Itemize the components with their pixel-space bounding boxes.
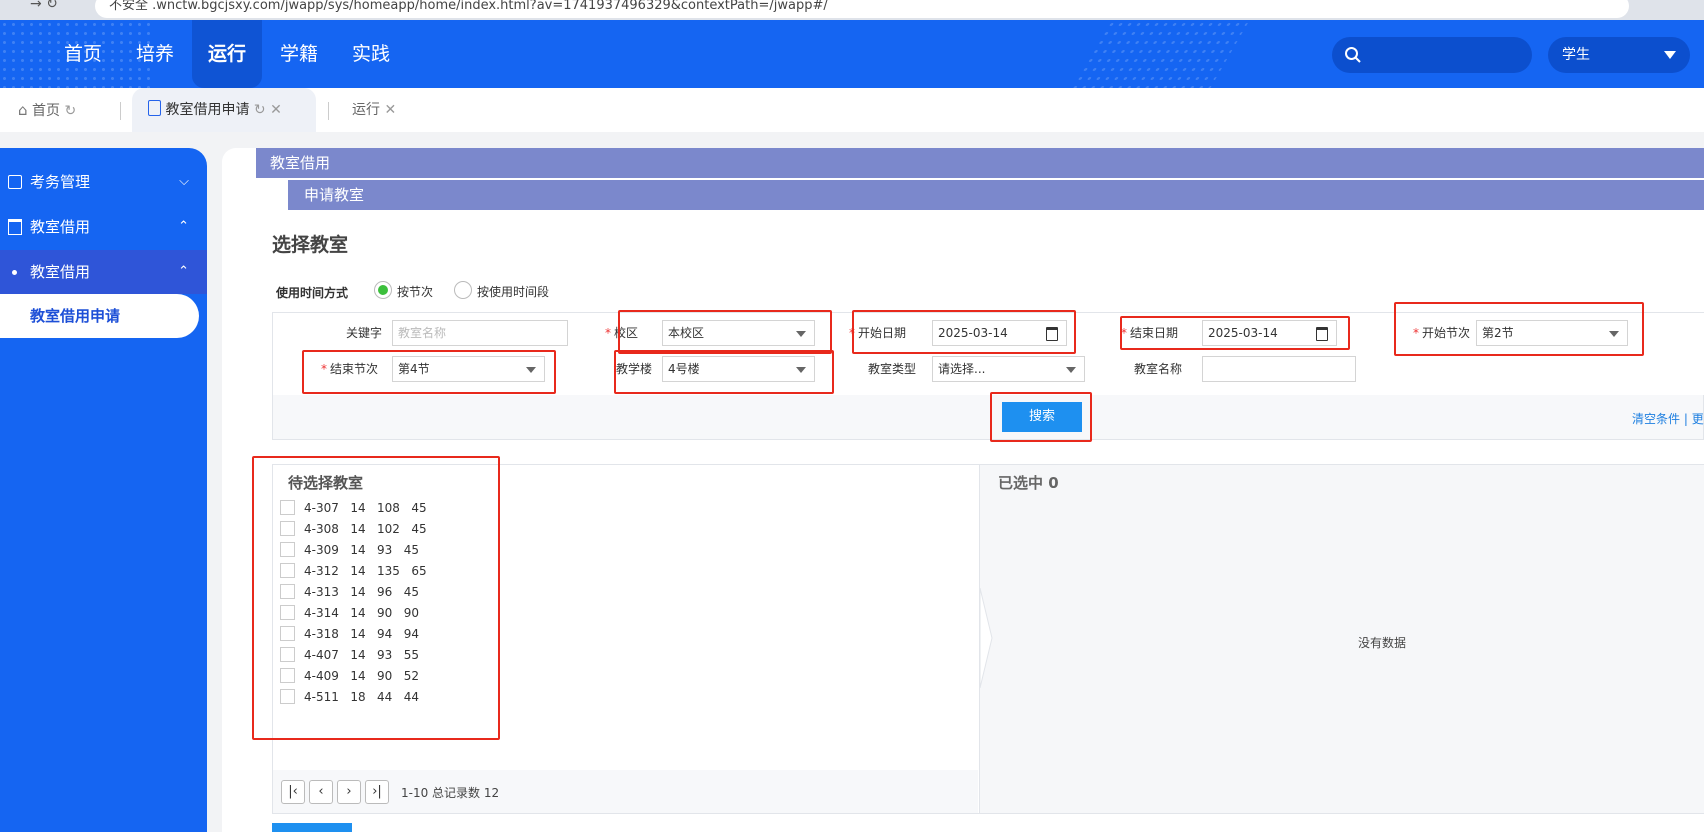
annotation-box-start-date — [852, 310, 1076, 354]
tab-divider — [328, 102, 329, 120]
radio-checked-icon — [374, 281, 392, 299]
more-link[interactable]: | 更 — [1684, 412, 1704, 426]
sidebar-subitem-classroom-borrow[interactable]: 教室借用 ⌃ — [0, 250, 207, 294]
next-page-button[interactable]: › — [337, 780, 361, 804]
annotation-box-start-period — [1394, 302, 1644, 356]
annotation-box-campus — [618, 310, 832, 354]
section-bar-apply-classroom: 申请教室 — [288, 180, 1704, 210]
main-panel: 教室借用 申请教室 选择教室 使用时间方式 按节次 按使用时间段 关键字 教室名… — [222, 148, 1704, 832]
room-type-label: 教室类型 — [867, 362, 916, 376]
room-name-input[interactable] — [1202, 356, 1356, 382]
nav-item-practice[interactable]: 实践 — [346, 20, 396, 88]
security-label: 不安全 — [109, 0, 149, 13]
nav-item-home[interactable]: 首页 — [58, 20, 108, 88]
role-value: 学生 — [1562, 47, 1590, 63]
nav-item-operation[interactable]: 运行 — [192, 20, 262, 88]
tab-home[interactable]: ⌂ 首页 ↻ — [18, 88, 113, 132]
tab-strip: ⌂ 首页 ↻ 教室借用申请 ↻ ✕ 运行 ✕ — [0, 88, 1704, 132]
radio-unchecked-icon — [454, 281, 472, 299]
search-icon — [1345, 47, 1361, 63]
chevron-down-icon — [1664, 51, 1676, 59]
keyword-input[interactable]: 教室名称 — [392, 320, 568, 346]
room-type-select[interactable]: 请选择... — [932, 356, 1085, 382]
annotation-box-building — [614, 350, 834, 394]
radio-label: 按节次 — [397, 285, 434, 299]
time-mode-label: 使用时间方式 — [276, 286, 349, 300]
sidebar-item-label: 教室借用 — [30, 218, 91, 236]
collapse-arrow-icon[interactable] — [980, 588, 994, 688]
tab-divider — [120, 102, 121, 120]
keyword-label: 关键字 — [345, 326, 382, 340]
annotation-box-search-button — [990, 392, 1092, 442]
document-icon — [148, 100, 161, 116]
nav-item-training[interactable]: 培养 — [130, 20, 180, 88]
sidebar-item-classroom-borrow-apply[interactable]: 教室借用申请 — [0, 294, 199, 338]
radio-by-time-range[interactable]: 按使用时间段 — [454, 281, 554, 301]
bottom-action-button[interactable] — [272, 823, 352, 832]
sidebar-item-label: 考务管理 — [30, 173, 91, 191]
tab-current-label: 教室借用申请 — [165, 102, 250, 118]
pagination-bar: |‹ ‹ › ›| 1-10 总记录数 12 — [273, 770, 978, 813]
sidebar-item-exam-management[interactable]: 考务管理 ⌵ — [0, 160, 207, 204]
first-page-button[interactable]: |‹ — [281, 780, 305, 804]
tab-home-label: 首页 — [31, 103, 60, 119]
tab-other-label: 运行 — [352, 102, 380, 118]
close-icon[interactable]: ✕ — [270, 102, 282, 118]
chevron-down-icon: ⌵ — [179, 174, 189, 189]
close-icon[interactable]: ✕ — [384, 102, 396, 118]
tab-classroom-borrow[interactable]: 教室借用申请 ↻ ✕ — [132, 88, 316, 132]
refresh-icon[interactable]: ↻ — [64, 103, 76, 119]
top-navigation: 首页 培养 运行 学籍 实践 学生 — [0, 20, 1704, 88]
home-icon: ⌂ — [18, 101, 28, 119]
bullet-icon — [12, 270, 17, 275]
nav-item-status[interactable]: 学籍 — [274, 20, 324, 88]
browser-nav-icons[interactable]: → ↻ — [30, 0, 58, 12]
annotation-box-room-list — [252, 456, 500, 740]
tab-operation[interactable]: 运行 ✕ — [352, 88, 412, 132]
browser-url-field[interactable]: 不安全 .wnctw.bgcjsxy.com/jwapp/sys/homeapp… — [95, 0, 1629, 18]
sidebar-item-label: 教室借用 — [30, 263, 91, 281]
room-type-value: 请选择... — [938, 362, 986, 376]
radio-by-period[interactable]: 按节次 — [374, 281, 454, 301]
url-host: .wnctw.bgcjsxy.com — [152, 0, 281, 13]
chevron-down-icon — [1066, 367, 1076, 373]
building-icon — [8, 219, 22, 235]
annotation-box-end-date — [1120, 316, 1350, 350]
prev-page-button[interactable]: ‹ — [309, 780, 333, 804]
chevron-up-icon: ⌃ — [178, 219, 189, 234]
edit-icon — [8, 175, 22, 189]
sidebar: 考务管理 ⌵ 教室借用 ⌃ 教室借用 ⌃ 教室借用申请 — [0, 148, 207, 832]
decor-dots-right — [1070, 20, 1250, 88]
url-path: /jwapp/sys/homeapp/home/index.html?av=17… — [280, 0, 828, 13]
annotation-box-end-period — [302, 350, 556, 394]
pagination-info: 1-10 总记录数 12 — [401, 786, 500, 800]
chevron-up-icon: ⌃ — [178, 264, 189, 279]
page-title: 选择教室 — [272, 234, 349, 256]
section-bar-classroom-borrow: 教室借用 — [256, 148, 1704, 178]
selected-rooms-title: 已选中 0 — [998, 474, 1059, 492]
refresh-icon[interactable]: ↻ — [254, 102, 266, 118]
sidebar-item-label: 教室借用申请 — [30, 307, 121, 325]
clear-conditions-link[interactable]: 清空条件 | 更 — [1632, 410, 1704, 427]
room-name-label: 教室名称 — [1133, 362, 1182, 376]
no-data-text: 没有数据 — [1357, 636, 1406, 650]
last-page-button[interactable]: ›| — [365, 780, 389, 804]
search-input[interactable] — [1332, 37, 1532, 73]
radio-label: 按使用时间段 — [477, 285, 550, 299]
sidebar-item-classroom-borrow[interactable]: 教室借用 ⌃ — [0, 205, 207, 249]
browser-address-bar: → ↻ 不安全 .wnctw.bgcjsxy.com/jwapp/sys/hom… — [0, 0, 1704, 20]
role-select[interactable]: 学生 — [1548, 37, 1690, 73]
